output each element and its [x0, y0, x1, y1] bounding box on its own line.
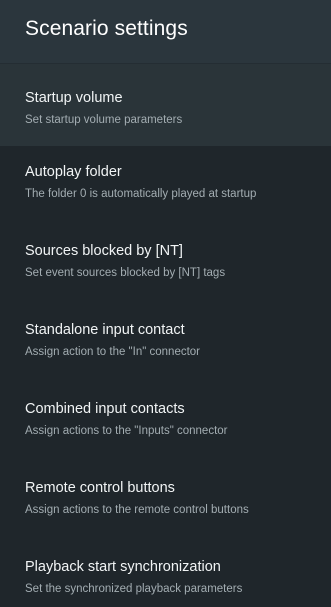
setting-startup-volume[interactable]: Startup volume Set startup volume parame…: [0, 64, 331, 146]
setting-title: Remote control buttons: [25, 480, 175, 496]
setting-title: Standalone input contact: [25, 322, 185, 338]
setting-subtitle: Assign actions to the remote control but…: [25, 504, 249, 516]
setting-remote-buttons[interactable]: Remote control buttons Assign actions to…: [0, 462, 331, 541]
setting-autoplay-folder[interactable]: Autoplay folder The folder 0 is automati…: [0, 146, 331, 225]
setting-playback-sync[interactable]: Playback start synchronization Set the s…: [0, 541, 331, 607]
setting-title: Playback start synchronization: [25, 559, 221, 575]
setting-title: Combined input contacts: [25, 401, 185, 417]
setting-standalone-input[interactable]: Standalone input contact Assign action t…: [0, 304, 331, 383]
setting-subtitle: Set the synchronized playback parameters: [25, 583, 243, 595]
setting-title: Sources blocked by [NT]: [25, 243, 183, 259]
setting-sources-blocked[interactable]: Sources blocked by [NT] Set event source…: [0, 225, 331, 304]
setting-title: Autoplay folder: [25, 164, 122, 180]
page-title: Scenario settings: [25, 17, 188, 40]
setting-title: Startup volume: [25, 90, 123, 106]
scenario-settings-screen: Scenario settings Startup volume Set sta…: [0, 0, 331, 607]
setting-subtitle: Set event sources blocked by [NT] tags: [25, 267, 226, 279]
setting-subtitle: The folder 0 is automatically played at …: [25, 188, 257, 200]
setting-subtitle: Set startup volume parameters: [25, 114, 183, 126]
app-bar: Scenario settings: [0, 0, 331, 64]
setting-combined-inputs[interactable]: Combined input contacts Assign actions t…: [0, 383, 331, 462]
setting-subtitle: Assign actions to the "Inputs" connector: [25, 425, 228, 437]
setting-subtitle: Assign action to the "In" connector: [25, 346, 201, 358]
